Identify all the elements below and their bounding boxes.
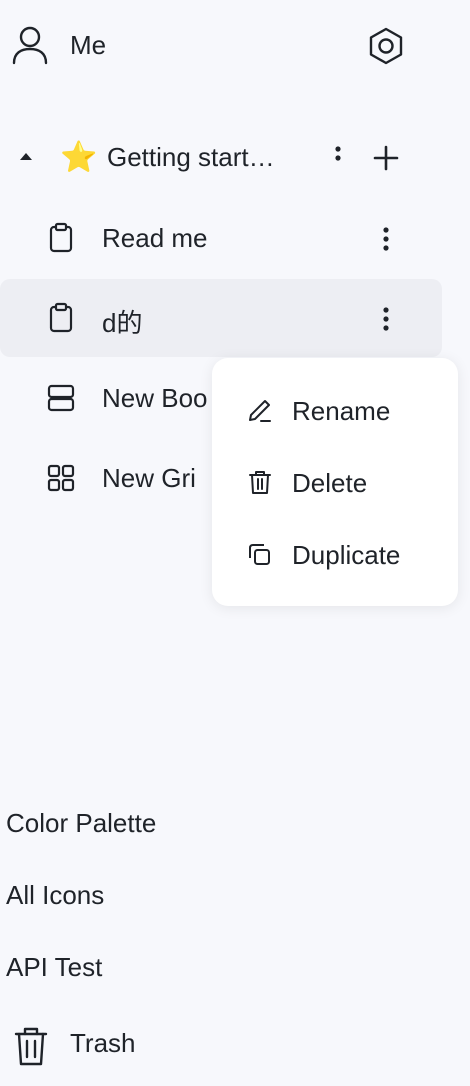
space-getting-started[interactable]: ⭐ Getting start… [0, 128, 420, 188]
space-more-button[interactable] [324, 134, 352, 182]
page-item-d[interactable]: d的 [0, 279, 442, 357]
settings-button[interactable] [362, 22, 410, 70]
page-label: d的 [102, 308, 143, 338]
page-item-read-me[interactable]: Read me [0, 199, 442, 277]
grid-icon [46, 462, 76, 494]
page-label: New Boo [102, 383, 208, 413]
menu-item-label: Rename [292, 396, 391, 426]
link-label: All Icons [6, 880, 105, 910]
menu-item-duplicate[interactable]: Duplicate [234, 524, 446, 584]
page-more-button[interactable] [372, 295, 400, 341]
menu-item-label: Duplicate [292, 540, 401, 570]
menu-item-rename[interactable]: Rename [234, 380, 446, 440]
page-label: Read me [102, 223, 208, 253]
pencil-icon [246, 396, 274, 424]
board-icon [46, 382, 76, 414]
add-page-button[interactable] [366, 134, 406, 182]
space-title: Getting start… [107, 142, 275, 172]
trash-button[interactable]: Trash [0, 1018, 300, 1074]
document-icon [46, 302, 76, 334]
page-more-button[interactable] [372, 215, 400, 261]
menu-item-delete[interactable]: Delete [234, 452, 446, 512]
plus-icon [372, 144, 400, 172]
all-icons-link[interactable]: All Icons [6, 874, 306, 918]
trash-icon [12, 1024, 50, 1068]
color-palette-link[interactable]: Color Palette [6, 802, 306, 846]
space-emoji: ⭐ [60, 141, 98, 174]
settings-icon [366, 26, 406, 66]
user-icon [10, 24, 50, 66]
document-icon [46, 222, 76, 254]
link-label: Color Palette [6, 808, 157, 838]
page-label: New Gri [102, 463, 196, 493]
page-context-menu: Rename Delete Duplicate [212, 358, 458, 606]
caret-up-icon[interactable] [18, 150, 34, 162]
trash-label: Trash [70, 1028, 136, 1058]
duplicate-icon [246, 540, 274, 568]
link-label: API Test [6, 952, 103, 982]
user-profile[interactable]: Me [0, 16, 300, 76]
api-test-link[interactable]: API Test [6, 946, 306, 990]
user-name: Me [70, 30, 107, 60]
more-vertical-icon [330, 144, 346, 172]
trash-icon [246, 468, 274, 496]
menu-item-label: Delete [292, 468, 368, 498]
